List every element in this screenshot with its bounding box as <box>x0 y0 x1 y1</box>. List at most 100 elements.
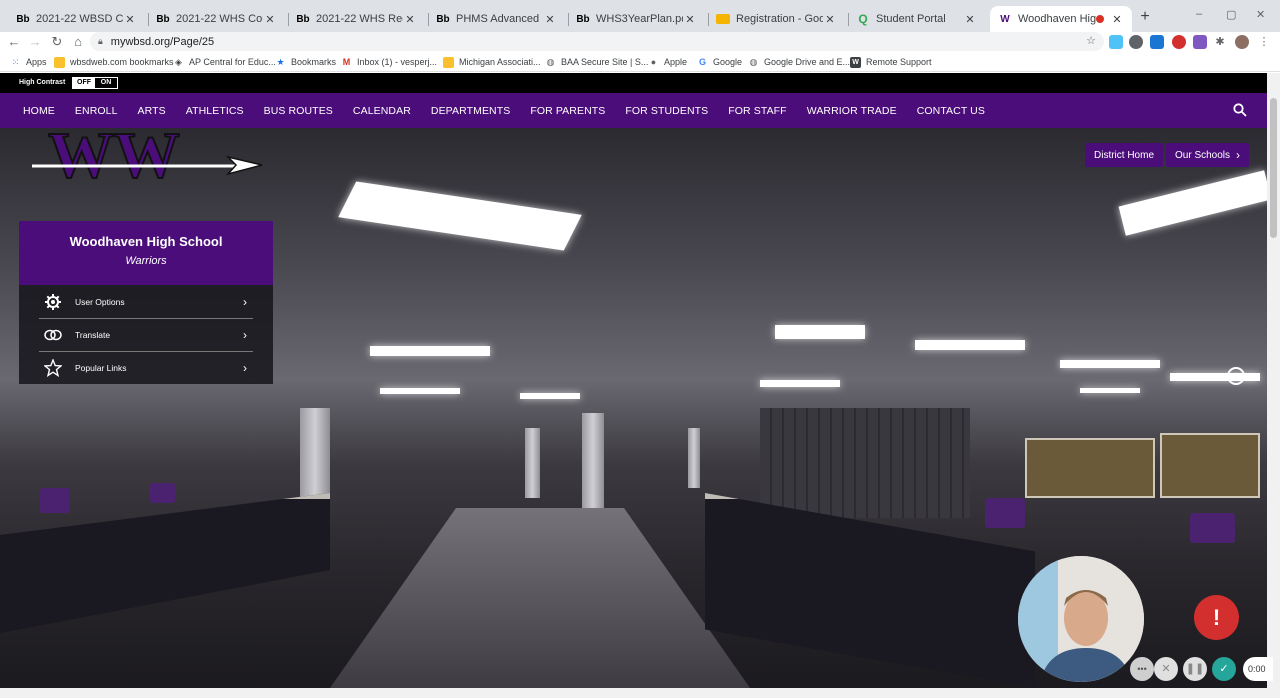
translate-link[interactable]: Translate › <box>19 318 273 351</box>
lock-icon[interactable]: 🔒︎ <box>98 36 103 47</box>
nav-bus-routes[interactable]: BUS ROUTES <box>264 105 333 117</box>
bookmark-label: Bookmarks <box>291 57 337 67</box>
horizontal-scrollbar[interactable] <box>0 688 1280 698</box>
blackboard-icon: Bb <box>576 13 590 25</box>
bookmark-item[interactable]: ◍ Google Drive and E... <box>748 55 850 69</box>
finish-check-icon[interactable]: ✓ <box>1212 657 1236 681</box>
chevron-right-icon: › <box>243 360 247 375</box>
apps-grid-icon: ⁙ <box>11 56 20 67</box>
extension-icon[interactable] <box>1129 35 1143 49</box>
high-contrast-toggle[interactable]: OFF ON <box>72 77 118 89</box>
nav-home[interactable]: HOME <box>23 105 55 117</box>
extension-icon[interactable] <box>1109 35 1123 49</box>
minimize-icon[interactable]: – <box>1196 8 1202 20</box>
close-icon[interactable]: ✕ <box>683 13 697 26</box>
tab-title: WHS3YearPlan.pdf <box>596 13 683 25</box>
extension-icon[interactable] <box>1150 35 1164 49</box>
close-icon[interactable]: ✕ <box>123 13 137 26</box>
home-icon[interactable]: ⌂ <box>69 33 87 51</box>
blackboard-icon: Bb <box>156 13 170 25</box>
back-icon[interactable]: ← <box>5 33 23 51</box>
close-icon[interactable]: ✕ <box>963 13 977 26</box>
nav-for-parents[interactable]: FOR PARENTS <box>530 105 605 117</box>
webcam-bubble[interactable] <box>1018 556 1144 682</box>
school-logo[interactable]: WW <box>28 117 268 213</box>
avatar[interactable] <box>1235 35 1249 49</box>
close-icon[interactable]: ✕ <box>263 13 277 26</box>
bookmark-label: wbsdweb.com bookmarks <box>70 57 174 67</box>
address-bar[interactable]: 🔒︎ mywbsd.org/Page/25 ☆ <box>90 32 1104 51</box>
bookmark-item[interactable]: wbsdweb.com bookmarks <box>54 55 174 69</box>
more-menu-icon[interactable]: ⋮ <box>1257 35 1271 49</box>
nav-enroll[interactable]: ENROLL <box>75 105 118 117</box>
browser-tab-strip: Bb 2021-22 WBSD Course Des ✕ Bb 2021-22 … <box>0 0 1280 32</box>
ceiling-light <box>1080 388 1140 393</box>
pause-icon[interactable]: ❚❚ <box>1183 657 1207 681</box>
our-schools-button[interactable]: Our Schools › <box>1166 143 1250 167</box>
close-icon[interactable]: ✕ <box>543 13 557 26</box>
new-tab-button[interactable]: + <box>1136 8 1154 26</box>
cancel-recording-icon[interactable]: ✕ <box>1154 657 1178 681</box>
browser-tab[interactable]: Q Student Portal ✕ <box>848 6 985 32</box>
district-home-button[interactable]: District Home <box>1085 143 1164 167</box>
browser-tab[interactable]: Bb 2021-22 WHS Course Selec ✕ <box>148 6 285 32</box>
extension-icon[interactable] <box>1193 35 1207 49</box>
scrollbar-thumb[interactable] <box>1270 98 1277 238</box>
bookmark-item[interactable]: G Google <box>697 55 742 69</box>
globe-icon: ◍ <box>546 56 555 67</box>
url-text: mywbsd.org/Page/25 <box>110 35 215 48</box>
bookmark-item[interactable]: Michigan Associati... <box>443 55 541 69</box>
close-icon[interactable]: ✕ <box>823 13 837 26</box>
bookmark-item[interactable]: ● Apple <box>648 55 687 69</box>
nav-warrior-trade[interactable]: WARRIOR TRADE <box>807 105 897 117</box>
nav-for-staff[interactable]: FOR STAFF <box>728 105 786 117</box>
nav-athletics[interactable]: ATHLETICS <box>186 105 244 117</box>
brick-wall <box>760 408 970 518</box>
window-close-icon[interactable]: ✕ <box>1256 8 1265 21</box>
popular-links-link[interactable]: Popular Links › <box>19 351 273 384</box>
bookmark-label: Apple <box>664 57 688 67</box>
bookmark-star-icon[interactable]: ☆ <box>1086 34 1096 47</box>
browser-tab[interactable]: Bb WHS3YearPlan.pdf ✕ <box>568 6 705 32</box>
expand-plus-icon[interactable]: + <box>1227 367 1245 385</box>
puzzle-icon[interactable]: ✱ <box>1213 35 1227 49</box>
ceiling-light <box>1170 373 1260 381</box>
more-options-icon[interactable]: ••• <box>1130 657 1154 681</box>
folder-icon <box>443 56 454 68</box>
reload-icon[interactable]: ↻ <box>48 33 66 51</box>
browser-tab[interactable]: Bb PHMS Advanced Placemen ✕ <box>428 6 565 32</box>
ceiling-light <box>380 388 460 394</box>
nav-for-students[interactable]: FOR STUDENTS <box>625 105 708 117</box>
presenter-video <box>1018 556 1144 682</box>
search-icon[interactable] <box>1233 103 1247 117</box>
browser-tab[interactable]: Bb 2021-22 WHS Requiremen ✕ <box>288 6 425 32</box>
forward-icon[interactable]: → <box>26 33 44 51</box>
nav-arts[interactable]: ARTS <box>138 105 166 117</box>
alert-button[interactable]: ! <box>1194 595 1239 640</box>
bookmark-item[interactable]: M Inbox (1) - vesperj... <box>341 55 437 69</box>
bookmark-apps[interactable]: ⁙ Apps <box>10 55 47 69</box>
bookmark-item[interactable]: ★ Bookmarks <box>275 55 336 69</box>
nav-contact-us[interactable]: CONTACT US <box>917 105 985 117</box>
toggle-on[interactable]: ON <box>95 78 117 88</box>
toggle-off[interactable]: OFF <box>73 78 95 88</box>
user-options-link[interactable]: User Options › <box>19 285 273 318</box>
quick-link-label: Translate <box>75 329 111 340</box>
browser-tab[interactable]: Bb 2021-22 WBSD Course Des ✕ <box>8 6 145 32</box>
extension-icon[interactable] <box>1172 35 1186 49</box>
bookmark-item[interactable]: W Remote Support <box>850 55 932 69</box>
vertical-scrollbar[interactable] <box>1267 73 1280 688</box>
globe-icon: ◍ <box>749 56 758 67</box>
school-mascot: Warriors <box>125 255 167 267</box>
bookmark-item[interactable]: ◈ AP Central for Educ... <box>173 55 276 69</box>
bookmark-item[interactable]: ◍ BAA Secure Site | S... <box>545 55 649 69</box>
maximize-icon[interactable]: ▢ <box>1226 8 1236 21</box>
chevron-right-icon: › <box>243 327 247 342</box>
nav-departments[interactable]: DEPARTMENTS <box>431 105 510 117</box>
close-icon[interactable]: ✕ <box>1110 13 1124 26</box>
browser-tab[interactable]: Registration - Google Slides ✕ <box>708 6 845 32</box>
nav-calendar[interactable]: CALENDAR <box>353 105 411 117</box>
close-icon[interactable]: ✕ <box>403 13 417 26</box>
browser-tab-active[interactable]: W Woodhaven High Scho ✕ <box>990 6 1132 32</box>
chevron-right-icon: › <box>1236 148 1241 162</box>
